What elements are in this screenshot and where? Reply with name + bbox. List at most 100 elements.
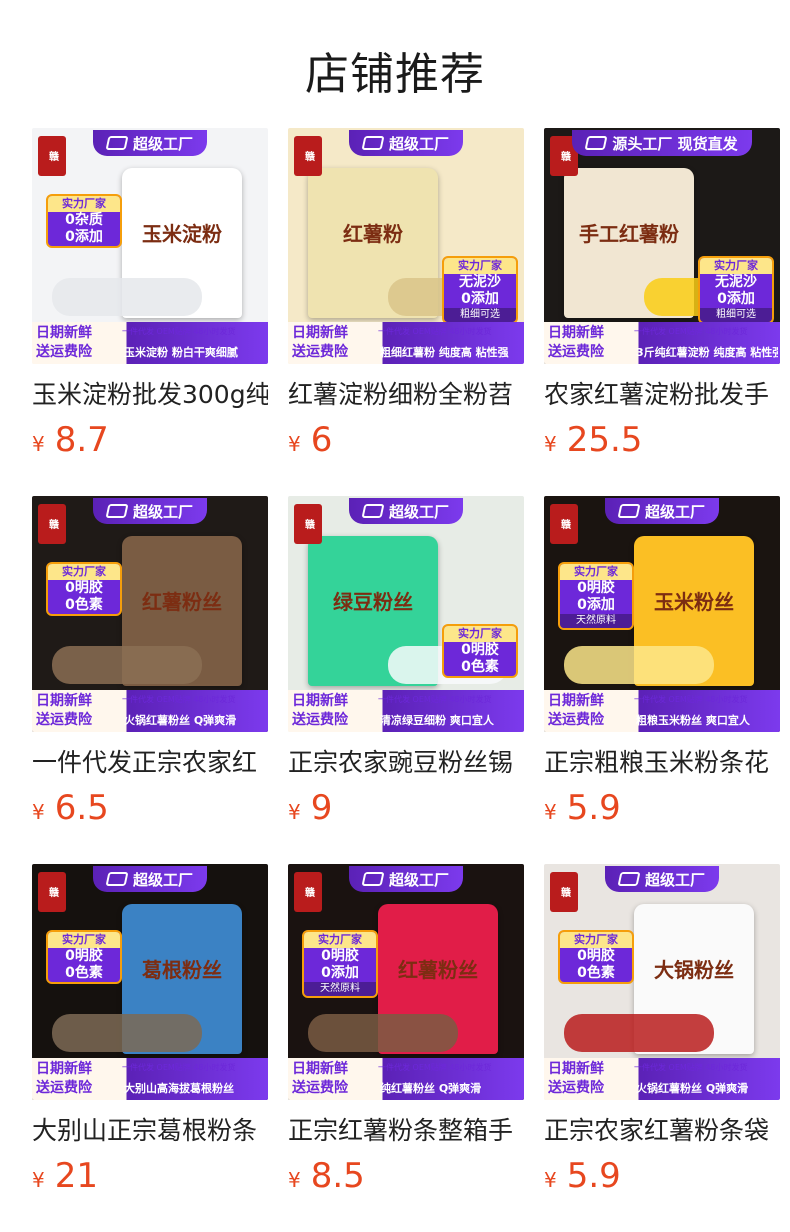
noodle-bundle-illustration xyxy=(52,646,202,684)
product-image[interactable]: 绿豆粉丝 赣 超级工厂 实力厂家 0明胶 0色素 日期新鲜 送运费险 一件代发 … xyxy=(288,496,524,732)
diamond-icon xyxy=(105,872,129,886)
footer-slogan: 粗粮玉米粉丝 爽口宜人 xyxy=(636,714,750,727)
image-footer: 日期新鲜 送运费险 一件代发 OEM贴牌 48小时发货 纯红薯粉丝 Q弹爽滑 xyxy=(288,1058,524,1100)
product-title[interactable]: 正宗农家豌豆粉丝锡 xyxy=(288,746,524,780)
package-label: 红薯粉丝 xyxy=(398,958,478,982)
product-image[interactable]: 玉米粉丝 赣 超级工厂 实力厂家 0明胶 0添加 天然原料 日期新鲜 送运费险 … xyxy=(544,496,780,732)
diamond-icon xyxy=(617,504,641,518)
package-label: 手工红薯粉 xyxy=(579,222,679,246)
price-value: 5.9 xyxy=(566,788,621,828)
image-header: 超级工厂 xyxy=(288,128,524,158)
header-label: 超级工厂 xyxy=(388,502,449,521)
footer-tag-fresh: 日期新鲜 xyxy=(36,693,92,709)
footer-service-line: 一件代发 OEM贴牌 48小时发货 xyxy=(122,327,236,336)
product-card[interactable]: 红薯粉丝 赣 超级工厂 实力厂家 0明胶 0色素 日期新鲜 送运费险 一件代发 … xyxy=(32,496,268,828)
currency-symbol: ¥ xyxy=(288,432,301,456)
header-label: 超级工厂 xyxy=(388,134,449,153)
footer-tag-fresh: 日期新鲜 xyxy=(292,1061,348,1077)
currency-symbol: ¥ xyxy=(544,1168,557,1192)
footer-service-line: 一件代发 OEM贴牌 48小时发货 xyxy=(122,1063,236,1072)
product-card[interactable]: 红薯粉 赣 超级工厂 实力厂家 无泥沙 0添加 粗细可选 日期新鲜 送运费险 一… xyxy=(288,128,524,460)
footer-tag-insurance: 送运费险 xyxy=(36,344,92,360)
price-value: 6.5 xyxy=(54,788,109,828)
badge-line-1: 0明胶 xyxy=(65,948,103,964)
product-card[interactable]: 红薯粉丝 赣 超级工厂 实力厂家 0明胶 0添加 天然原料 日期新鲜 送运费险 … xyxy=(288,864,524,1196)
image-header: 超级工厂 xyxy=(544,864,780,894)
price-value: 5.9 xyxy=(566,1156,621,1196)
product-card[interactable]: 绿豆粉丝 赣 超级工厂 实力厂家 0明胶 0色素 日期新鲜 送运费险 一件代发 … xyxy=(288,496,524,828)
badge-top: 实力厂家 xyxy=(48,196,120,212)
footer-service-line: 一件代发 OEM贴牌 48小时发货 xyxy=(378,1063,492,1072)
footer-tag-fresh: 日期新鲜 xyxy=(36,325,92,341)
diamond-icon xyxy=(361,136,385,150)
badge-sub: 天然原料 xyxy=(304,982,376,996)
image-header: 超级工厂 xyxy=(32,864,268,894)
product-price: ¥ 5.9 xyxy=(544,788,780,828)
currency-symbol: ¥ xyxy=(288,800,301,824)
product-card[interactable]: 大锅粉丝 赣 超级工厂 实力厂家 0明胶 0色素 日期新鲜 送运费险 一件代发 … xyxy=(544,864,780,1196)
noodle-bundle-illustration xyxy=(308,1014,458,1052)
feature-badge: 实力厂家 无泥沙 0添加 粗细可选 xyxy=(698,256,774,324)
badge-top: 实力厂家 xyxy=(48,932,120,948)
footer-tag-insurance: 送运费险 xyxy=(292,1080,348,1096)
product-image[interactable]: 大锅粉丝 赣 超级工厂 实力厂家 0明胶 0色素 日期新鲜 送运费险 一件代发 … xyxy=(544,864,780,1100)
footer-slogan: 火锅红薯粉丝 Q弹爽滑 xyxy=(124,714,237,727)
product-title[interactable]: 正宗粗粮玉米粉条花 xyxy=(544,746,780,780)
product-card[interactable]: 玉米淀粉 赣 超级工厂 实力厂家 0杂质 0添加 日期新鲜 送运费险 一件代发 … xyxy=(32,128,268,460)
footer-tags: 日期新鲜 送运费险 xyxy=(292,692,380,730)
product-image[interactable]: 葛根粉丝 赣 超级工厂 实力厂家 0明胶 0色素 日期新鲜 送运费险 一件代发 … xyxy=(32,864,268,1100)
product-title[interactable]: 正宗红薯粉条整箱手 xyxy=(288,1114,524,1148)
image-header: 超级工厂 xyxy=(288,496,524,526)
badge-line-1: 0明胶 xyxy=(577,580,615,596)
footer-slogan: 纯红薯粉丝 Q弹爽滑 xyxy=(380,1082,482,1095)
currency-symbol: ¥ xyxy=(32,1168,45,1192)
footer-tags: 日期新鲜 送运费险 xyxy=(548,692,636,730)
badge-top: 实力厂家 xyxy=(444,258,516,274)
badge-line-1: 0明胶 xyxy=(65,580,103,596)
image-header: 超级工厂 xyxy=(288,864,524,894)
product-price: ¥ 8.5 xyxy=(288,1156,524,1196)
footer-service-line: 一件代发 OEM贴牌 48小时发货 xyxy=(378,327,492,336)
diamond-icon xyxy=(361,872,385,886)
header-label: 超级工厂 xyxy=(132,870,193,889)
currency-symbol: ¥ xyxy=(288,1168,301,1192)
product-card[interactable]: 手工红薯粉 赣 源头工厂 现货直发 实力厂家 无泥沙 0添加 粗细可选 日期新鲜… xyxy=(544,128,780,460)
badge-line-1: 无泥沙 xyxy=(459,274,501,290)
image-footer: 日期新鲜 送运费险 一件代发 OEM贴牌 48小时发货 清凉绿豆细粉 爽口宜人 xyxy=(288,690,524,732)
product-image[interactable]: 红薯粉丝 赣 超级工厂 实力厂家 0明胶 0添加 天然原料 日期新鲜 送运费险 … xyxy=(288,864,524,1100)
product-image[interactable]: 红薯粉 赣 超级工厂 实力厂家 无泥沙 0添加 粗细可选 日期新鲜 送运费险 一… xyxy=(288,128,524,364)
diamond-icon xyxy=(584,136,608,150)
product-title[interactable]: 红薯淀粉细粉全粉苕 xyxy=(288,378,524,412)
currency-symbol: ¥ xyxy=(32,800,45,824)
badge-line-1: 0明胶 xyxy=(321,948,359,964)
footer-tag-insurance: 送运费险 xyxy=(548,344,604,360)
product-image[interactable]: 红薯粉丝 赣 超级工厂 实力厂家 0明胶 0色素 日期新鲜 送运费险 一件代发 … xyxy=(32,496,268,732)
product-card[interactable]: 葛根粉丝 赣 超级工厂 实力厂家 0明胶 0色素 日期新鲜 送运费险 一件代发 … xyxy=(32,864,268,1196)
package-label: 绿豆粉丝 xyxy=(333,590,413,614)
image-header: 超级工厂 xyxy=(32,496,268,526)
footer-tag-insurance: 送运费险 xyxy=(36,1080,92,1096)
product-card[interactable]: 玉米粉丝 赣 超级工厂 实力厂家 0明胶 0添加 天然原料 日期新鲜 送运费险 … xyxy=(544,496,780,828)
footer-tags: 日期新鲜 送运费险 xyxy=(36,692,124,730)
feature-badge: 实力厂家 无泥沙 0添加 粗细可选 xyxy=(442,256,518,324)
product-title[interactable]: 一件代发正宗农家红 xyxy=(32,746,268,780)
product-price: ¥ 6 xyxy=(288,420,524,460)
page-title: 店铺推荐 xyxy=(305,49,485,100)
package-label: 玉米粉丝 xyxy=(654,590,734,614)
product-title[interactable]: 正宗农家红薯粉条袋 xyxy=(544,1114,780,1148)
package-label: 玉米淀粉 xyxy=(142,222,222,246)
footer-tag-fresh: 日期新鲜 xyxy=(292,693,348,709)
product-title[interactable]: 大别山正宗葛根粉条 xyxy=(32,1114,268,1148)
product-title[interactable]: 农家红薯淀粉批发手 xyxy=(544,378,780,412)
currency-symbol: ¥ xyxy=(32,432,45,456)
footer-tags: 日期新鲜 送运费险 xyxy=(36,1060,124,1098)
product-title[interactable]: 玉米淀粉批发300g纯 xyxy=(32,378,268,412)
badge-line-1: 0明胶 xyxy=(461,642,499,658)
diamond-icon xyxy=(617,872,641,886)
badge-top: 实力厂家 xyxy=(48,564,120,580)
header-label: 源头工厂 现货直发 xyxy=(612,134,738,153)
product-image[interactable]: 玉米淀粉 赣 超级工厂 实力厂家 0杂质 0添加 日期新鲜 送运费险 一件代发 … xyxy=(32,128,268,364)
footer-tag-insurance: 送运费险 xyxy=(548,1080,604,1096)
product-image[interactable]: 手工红薯粉 赣 源头工厂 现货直发 实力厂家 无泥沙 0添加 粗细可选 日期新鲜… xyxy=(544,128,780,364)
feature-badge: 实力厂家 0明胶 0色素 xyxy=(558,930,634,984)
